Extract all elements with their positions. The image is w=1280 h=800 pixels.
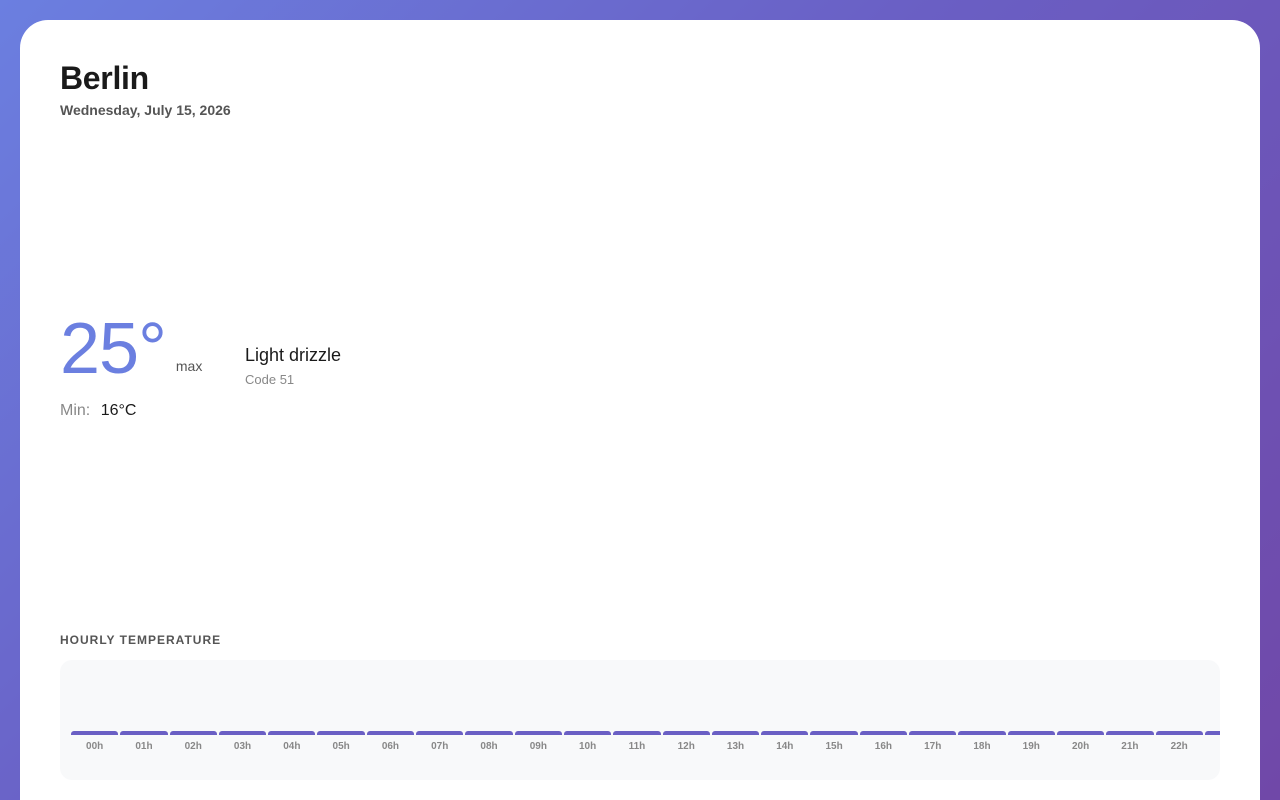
hour-bar — [366, 731, 415, 735]
hour-label: 17h — [924, 741, 942, 752]
hour-label: 04h — [283, 741, 301, 752]
hour-label: 19h — [1022, 741, 1040, 752]
hour-bar — [1155, 731, 1203, 735]
hour-column: 08h — [465, 731, 513, 752]
hour-label: 14h — [776, 741, 794, 752]
hour-column: 19h — [1007, 731, 1055, 752]
hour-label: 15h — [825, 741, 843, 752]
hour-column: 01h — [120, 731, 168, 752]
hour-column: 16h — [859, 731, 908, 752]
hour-column: 00h — [71, 731, 119, 752]
hourly-temperature-chart[interactable]: 00h 01h 02h 03h 04h 05h 06h 07h 08h 09h 10h 11h 12h 1… — [60, 660, 1220, 780]
hour-bar — [268, 731, 316, 735]
hour-label: 11h — [628, 741, 646, 752]
max-temperature-block: 25° max — [60, 310, 202, 388]
hour-label: 21h — [1121, 741, 1139, 752]
hour-bar — [71, 731, 119, 735]
hour-label: 13h — [726, 741, 745, 752]
hour-column: 22h — [1155, 731, 1203, 752]
hour-label: 01h — [135, 741, 153, 752]
hour-bar — [416, 731, 464, 735]
hour-label: 02h — [184, 741, 202, 752]
hour-bar — [1204, 731, 1220, 735]
hour-column: 21h — [1106, 731, 1154, 752]
hour-column: 10h — [563, 731, 612, 752]
weather-card: Berlin Wednesday, July 15, 2026 25° max … — [20, 20, 1260, 800]
condition-code: Code 51 — [245, 372, 295, 387]
hour-bar — [169, 731, 217, 735]
hourly-bars: 00h 01h 02h 03h 04h 05h 06h 07h 08h 09h 10h 11h 12h 1… — [71, 731, 1220, 752]
hour-bar — [613, 731, 661, 735]
forecast-date: Wednesday, July 15, 2026 — [60, 102, 231, 118]
hour-label: 05h — [332, 741, 350, 752]
city-name: Berlin — [60, 60, 149, 96]
hour-bar — [810, 731, 858, 735]
hour-column: 14h — [761, 731, 809, 752]
hour-bar — [120, 731, 168, 735]
hour-column: 07h — [416, 731, 464, 752]
max-temperature: 25° — [60, 309, 167, 389]
hour-bar — [563, 731, 612, 735]
hour-column: 20h — [1056, 731, 1105, 752]
max-label: max — [175, 358, 203, 374]
weather-condition: Light drizzle Code 51 — [245, 345, 341, 387]
hourly-section-title: HOURLY TEMPERATURE — [60, 633, 222, 647]
hour-label: 22h — [1170, 741, 1188, 752]
hour-bar — [662, 731, 710, 735]
hour-column: 18h — [958, 731, 1006, 752]
hour-column: 04h — [268, 731, 316, 752]
hour-column: 12h — [662, 731, 710, 752]
hour-label: 09h — [529, 741, 547, 752]
hour-label: 06h — [381, 741, 400, 752]
hour-bar — [317, 731, 365, 735]
hour-bar — [859, 731, 908, 735]
hour-label: 16h — [874, 741, 893, 752]
hour-label: 07h — [431, 741, 449, 752]
hour-label: 20h — [1071, 741, 1090, 752]
hour-bar — [761, 731, 809, 735]
hour-column: 06h — [366, 731, 415, 752]
hour-column: 17h — [909, 731, 957, 752]
hour-bar — [1007, 731, 1055, 735]
hour-bar — [514, 731, 562, 735]
hour-label: 00h — [86, 741, 104, 752]
hour-column: 23h — [1204, 731, 1221, 752]
hour-column: 09h — [514, 731, 562, 752]
hour-bar — [1106, 731, 1154, 735]
min-label: Min: — [60, 402, 91, 419]
hour-bar — [711, 731, 760, 735]
hour-column: 02h — [169, 731, 217, 752]
min-temperature-row: Min: 16°C — [60, 402, 136, 420]
hour-bar — [909, 731, 957, 735]
condition-text: Light drizzle — [245, 345, 342, 365]
min-temperature: 16°C — [100, 402, 137, 419]
hour-label: 08h — [480, 741, 498, 752]
hour-bar — [218, 731, 267, 735]
hour-column: 05h — [317, 731, 365, 752]
hour-label: 18h — [973, 741, 991, 752]
hour-label: 03h — [233, 741, 252, 752]
hour-column: 13h — [711, 731, 760, 752]
hour-column: 11h — [613, 731, 661, 752]
hour-label: 10h — [579, 741, 597, 752]
hour-bar — [958, 731, 1006, 735]
hour-column: 15h — [810, 731, 858, 752]
hour-column: 03h — [218, 731, 267, 752]
hour-label: 23h — [1205, 741, 1221, 752]
hour-bar — [1056, 731, 1105, 735]
hour-bar — [465, 731, 513, 735]
hour-label: 12h — [677, 741, 695, 752]
